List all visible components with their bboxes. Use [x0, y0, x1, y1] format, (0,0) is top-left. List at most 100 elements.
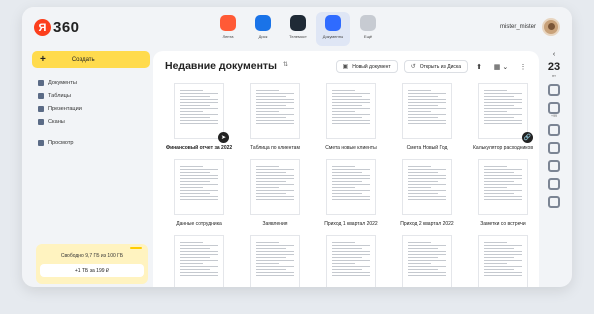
document-name: Заметки со встречи: [480, 220, 526, 227]
page-title: Недавние документы: [165, 60, 278, 72]
document-thumbnail: [402, 234, 452, 287]
document-card[interactable]: Заявления: [237, 158, 313, 228]
document-card[interactable]: Таблица по клиентам: [237, 83, 313, 152]
rail-icons: +99: [542, 84, 566, 208]
feed-icon: [220, 15, 236, 31]
document-card[interactable]: ➤ Финансовый отчет за 2022: [161, 83, 237, 152]
avatar[interactable]: [542, 18, 560, 36]
document-card[interactable]: Смета новые клиенты: [313, 83, 389, 152]
app-documents[interactable]: Документы: [316, 12, 350, 46]
document-name: Приход 2 квартал 2022: [400, 220, 454, 227]
new-document-button[interactable]: ▣ Новый документ: [335, 60, 398, 73]
sidebar-item-label: Таблицы: [48, 92, 71, 99]
documents-row: ➤ Финансовый отчет за 2022 Таблица по клие…: [161, 83, 539, 152]
sidebar-item-label: Сканы: [48, 118, 65, 125]
user-menu[interactable]: mister_mister: [500, 18, 560, 36]
document-card[interactable]: [389, 234, 465, 287]
document-name: Таблица по клиентам: [250, 145, 300, 151]
document-name: Данные сотрудника: [176, 220, 222, 227]
sidebar-item-presentation[interactable]: Презентации: [32, 102, 152, 115]
document-name: Приход 1 квартал 2022: [324, 220, 378, 227]
table-icon: [38, 92, 44, 99]
open-disk-icon: ↺: [410, 64, 416, 70]
shared-icon: ➤: [218, 132, 229, 143]
document-name: Смета новые клиенты: [325, 145, 377, 151]
view-toggle-icon[interactable]: ▦ ⌄: [490, 60, 512, 73]
app-more[interactable]: Ещё: [351, 12, 385, 46]
sidebar-item-view[interactable]: Просмотр: [32, 136, 152, 149]
document-card[interactable]: Приход 2 квартал 2022: [389, 158, 465, 228]
main-content: Недавние документы ⇅ ▣ Новый документ ↺ …: [153, 51, 539, 287]
document-name: Финансовый отчет за 2022: [165, 145, 233, 151]
app-disk[interactable]: Диск: [246, 12, 280, 46]
create-button[interactable]: + Создать: [32, 51, 150, 68]
nav-separator: [32, 128, 152, 136]
toolbar: ▣ Новый документ ↺ Открыть из Диска ⬆ ▦ …: [330, 60, 531, 73]
collapse-chevron-icon[interactable]: ‹: [542, 51, 566, 58]
document-thumbnail: [250, 158, 300, 215]
document-thumbnail: [402, 158, 452, 215]
open-from-disk-label: Открыть из Диска: [419, 63, 461, 70]
document-name: Смета Новый Год: [406, 145, 448, 151]
document-card[interactable]: [237, 234, 313, 287]
upload-icon[interactable]: ⬆: [471, 60, 487, 73]
document-card[interactable]: Заметки со встречи: [465, 158, 539, 228]
app-telemost[interactable]: Телемост: [281, 12, 315, 46]
logo-badge: Я: [34, 19, 51, 36]
sidebar-nav: Документы Таблицы Презентации Сканы Просмотр: [32, 76, 152, 149]
documents-icon: [325, 15, 341, 31]
document-card[interactable]: [465, 234, 539, 287]
right-rail: ‹ 23 пт +99: [542, 51, 566, 251]
sort-icon[interactable]: ⇅: [283, 61, 288, 68]
disk-rail-icon[interactable]: [548, 102, 560, 114]
apps-icon[interactable]: [548, 142, 560, 154]
storage-widget: Свободно 9,7 ГБ из 100 ГБ +1 ТБ за 199 ₽: [36, 244, 148, 284]
app-feed[interactable]: Лента: [211, 12, 245, 46]
scan-icon: [38, 118, 44, 125]
document-thumbnail: [326, 83, 376, 139]
buy-storage-button[interactable]: +1 ТБ за 199 ₽: [40, 264, 144, 277]
sidebar-item-label: Презентации: [48, 105, 82, 112]
sidebar-item-scan[interactable]: Сканы: [32, 115, 152, 128]
calendar-day-label: пт: [552, 73, 556, 78]
document-thumbnail: [326, 234, 376, 287]
view-icon: [38, 139, 44, 146]
open-from-disk-button[interactable]: ↺ Открыть из Диска: [403, 60, 468, 73]
sidebar-item-table[interactable]: Таблицы: [32, 89, 152, 102]
documents-row: Данные сотрудника Заявления Приход 1 кварт…: [161, 158, 539, 228]
calendar-day-number[interactable]: 23: [542, 61, 566, 73]
app-label: Телемост: [289, 34, 307, 39]
document-thumbnail: [250, 83, 300, 139]
notes-icon[interactable]: [548, 124, 560, 136]
document-name: Калькулятор расходников: [473, 145, 533, 151]
storage-bar: [130, 247, 142, 249]
document-card[interactable]: 🔗 Калькулятор расходников: [465, 83, 539, 152]
plus-icon: +: [40, 53, 46, 65]
document-card[interactable]: Смета Новый Год: [389, 83, 465, 152]
new-document-label: Новый документ: [352, 63, 391, 70]
document-thumbnail: [478, 234, 528, 287]
document-card[interactable]: [161, 234, 237, 287]
username: mister_mister: [499, 24, 536, 30]
document-thumbnail: [174, 158, 224, 215]
telemost-icon: [290, 15, 306, 31]
mail-icon[interactable]: [548, 84, 560, 96]
storage-text: Свободно 9,7 ГБ из 100 ГБ: [60, 253, 124, 259]
link-icon: 🔗: [522, 132, 533, 143]
logo-text: 360: [53, 19, 80, 36]
document-card[interactable]: Данные сотрудника: [161, 158, 237, 228]
sidebar-item-document[interactable]: Документы: [32, 76, 152, 89]
yandex-360-logo[interactable]: Я 360: [34, 19, 80, 36]
more-options-icon[interactable]: ⋮: [515, 60, 531, 73]
settings-icon[interactable]: [548, 196, 560, 208]
contacts-icon[interactable]: [548, 160, 560, 172]
app-label: Диск: [258, 34, 268, 39]
document-card[interactable]: [313, 234, 389, 287]
document-thumbnail: ➤: [174, 83, 229, 143]
new-document-icon: ▣: [342, 64, 349, 70]
top-bar: Я 360 Лента Диск Телемост Документы Ещё mist…: [22, 7, 572, 51]
document-card[interactable]: Приход 1 квартал 2022: [313, 158, 389, 228]
document-thumbnail: [326, 158, 376, 215]
sidebar-item-label: Просмотр: [48, 139, 74, 146]
tasks-icon[interactable]: [548, 178, 560, 190]
